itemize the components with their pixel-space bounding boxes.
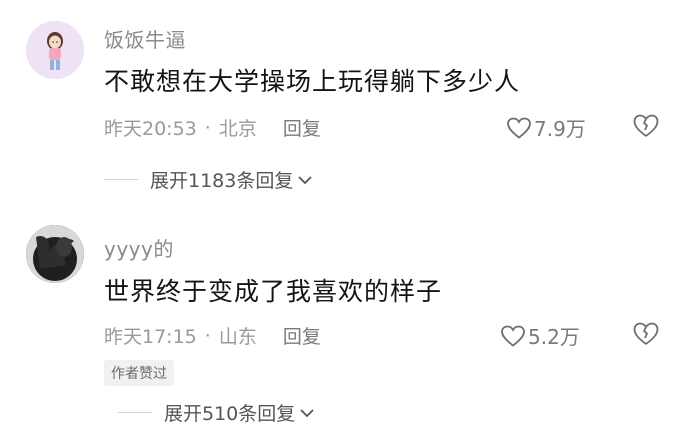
comment-text: 世界终于变成了我喜欢的样子 — [104, 277, 443, 306]
avatar[interactable] — [26, 225, 84, 283]
like-button[interactable]: 7.9万 — [506, 113, 586, 142]
like-count: 5.2万 — [528, 325, 580, 349]
reply-button[interactable]: 回复 — [283, 114, 321, 141]
chevron-down-icon — [300, 408, 314, 417]
username[interactable]: 饭饭牛逼 — [104, 24, 186, 53]
expand-replies-button[interactable]: 展开1183条回复 — [104, 166, 313, 193]
timestamp: 昨天17:15 — [104, 326, 197, 348]
reply-button[interactable]: 回复 — [283, 322, 321, 349]
broken-heart-icon — [633, 322, 659, 345]
author-liked-badge: 作者赞过 — [104, 360, 174, 386]
dislike-button[interactable] — [632, 113, 660, 143]
location: 山东 — [218, 326, 257, 348]
comment-text: 不敢想在大学操场上玩得躺下多少人 — [104, 67, 521, 96]
separator: · — [204, 324, 211, 347]
dislike-button[interactable] — [632, 321, 660, 351]
like-count: 7.9万 — [534, 117, 586, 141]
divider-line — [118, 412, 152, 413]
broken-heart-icon — [633, 114, 659, 137]
like-button[interactable]: 5.2万 — [500, 321, 580, 350]
expand-replies-label: 展开510条回复 — [164, 403, 296, 425]
comment-item: yyyy的 世界终于变成了我喜欢的样子 昨天17:15 · 山东 回复 5.2万… — [0, 200, 690, 447]
location: 北京 — [218, 118, 257, 140]
username[interactable]: yyyy的 — [104, 233, 174, 262]
expand-replies-button[interactable]: 展开510条回复 — [118, 399, 315, 426]
timestamp: 昨天20:53 — [104, 118, 197, 140]
separator: · — [204, 116, 211, 139]
divider-line — [104, 179, 138, 180]
expand-replies-label: 展开1183条回复 — [150, 170, 294, 192]
chevron-down-icon — [298, 175, 312, 184]
heart-outline-icon — [501, 325, 525, 347]
comment-meta: 昨天20:53 · 北京 回复 — [104, 114, 321, 141]
avatar[interactable] — [26, 21, 84, 79]
comment-meta: 昨天17:15 · 山东 回复 — [104, 322, 321, 349]
heart-outline-icon — [507, 117, 531, 139]
comment-item: 饭饭牛逼 不敢想在大学操场上玩得躺下多少人 昨天20:53 · 北京 回复 7.… — [0, 0, 690, 200]
